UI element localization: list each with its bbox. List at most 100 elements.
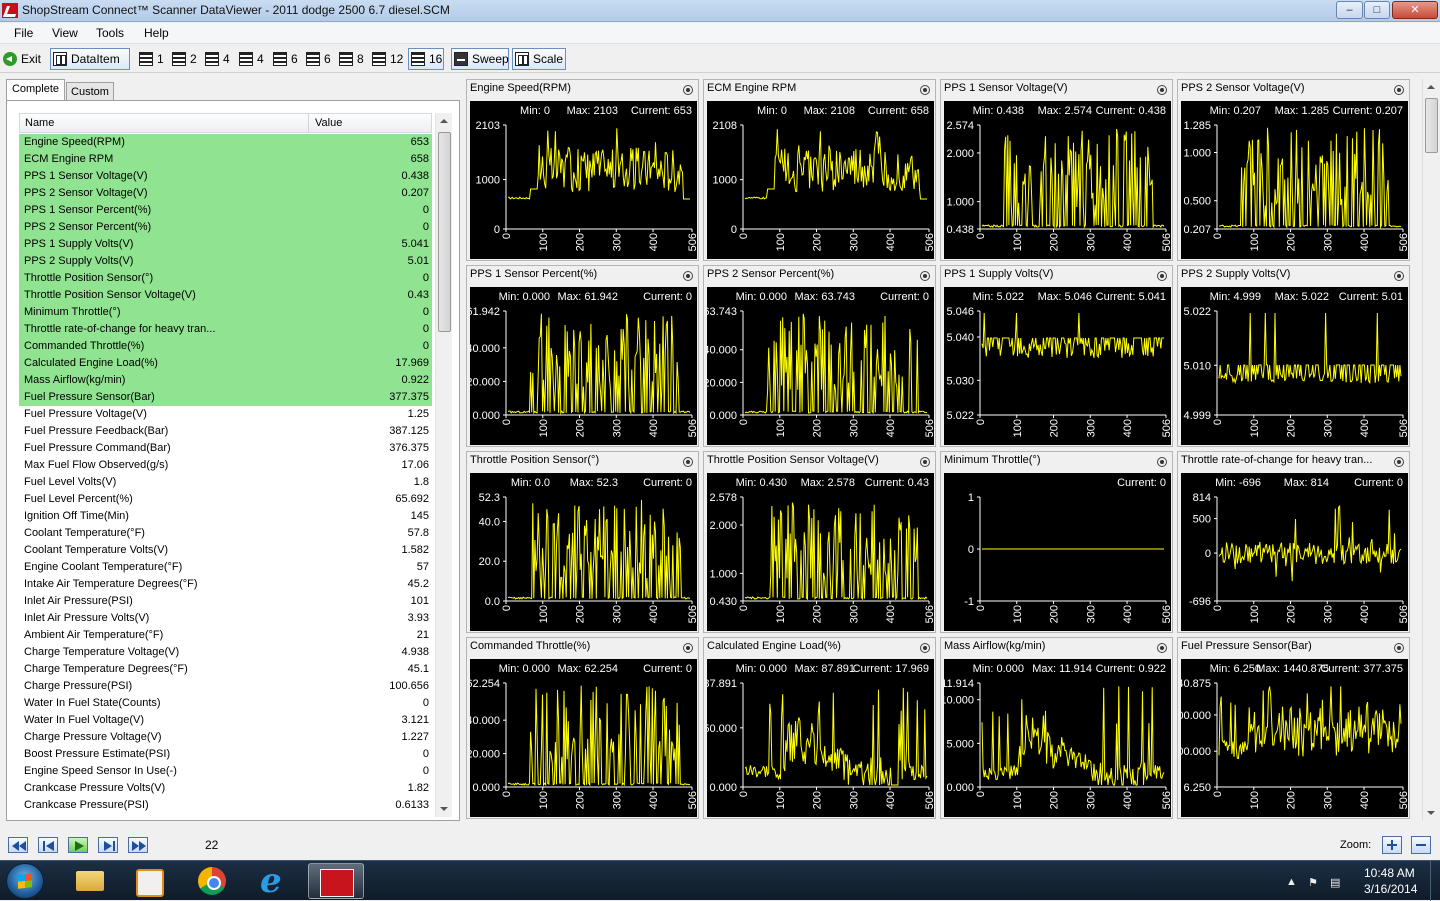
chart-panel[interactable]: PPS 2 Sensor Percent(%) Min: 0.000 Max: 63…	[703, 265, 936, 447]
next-frame-button[interactable]	[98, 837, 118, 853]
column-header-value[interactable]: Value	[315, 117, 342, 129]
layout-6b-button[interactable]: 6	[303, 48, 333, 70]
table-row[interactable]: Minimum Throttle(°) 0	[19, 304, 432, 321]
table-row[interactable]: Charge Pressure(PSI) 100.656	[19, 678, 432, 695]
table-row[interactable]: Inlet Air Pressure Volts(V) 3.93	[19, 610, 432, 627]
tab-complete[interactable]: Complete	[6, 79, 65, 101]
header-divider[interactable]	[308, 114, 309, 133]
table-row[interactable]: Throttle rate-of-change for heavy tran..…	[19, 321, 432, 338]
menu-file[interactable]: File	[14, 26, 33, 40]
table-row[interactable]: Throttle Position Sensor Voltage(V) 0.43	[19, 287, 432, 304]
chart-select-radio-icon[interactable]	[1394, 457, 1404, 467]
table-row[interactable]: ECM Engine RPM 658	[19, 151, 432, 168]
table-row[interactable]: Coolant Temperature Volts(V) 1.582	[19, 542, 432, 559]
chart-panel[interactable]: PPS 1 Sensor Voltage(V) Min: 0.438 Max: 2.…	[940, 79, 1173, 261]
table-row[interactable]: PPS 2 Sensor Voltage(V) 0.207	[19, 185, 432, 202]
maximize-button[interactable]: □	[1364, 1, 1390, 19]
clock-time[interactable]: 10:48 AM	[1364, 866, 1415, 880]
table-row[interactable]: Max Fuel Flow Observed(g/s) 17.06	[19, 457, 432, 474]
chart-panel[interactable]: Minimum Throttle(°) Current: 0 1 0 -1 0 100 200…	[940, 451, 1173, 633]
grid-scrollbar[interactable]	[435, 113, 452, 817]
chart-panel[interactable]: PPS 2 Supply Volts(V) Min: 4.999 Max: 5.02…	[1177, 265, 1410, 447]
table-row[interactable]: Fuel Level Volts(V) 1.8	[19, 474, 432, 491]
chart-panel[interactable]: PPS 1 Supply Volts(V) Min: 5.022 Max: 5.04…	[940, 265, 1173, 447]
dataitem-button[interactable]: DataItem	[50, 48, 130, 70]
chart-select-radio-icon[interactable]	[1394, 271, 1404, 281]
table-row[interactable]: Ambient Air Temperature(°F) 21	[19, 627, 432, 644]
scroll-down-icon[interactable]	[440, 807, 448, 811]
layout-4b-button[interactable]: 4	[236, 48, 266, 70]
table-row[interactable]: PPS 1 Sensor Voltage(V) 0.438	[19, 168, 432, 185]
scroll-up-icon[interactable]	[440, 119, 448, 123]
chart-select-radio-icon[interactable]	[1394, 85, 1404, 95]
tray-flag-icon[interactable]: ⚑	[1308, 876, 1318, 889]
chart-select-radio-icon[interactable]	[920, 643, 930, 653]
chart-panel[interactable]: PPS 1 Sensor Percent(%) Min: 0.000 Max: 61…	[466, 265, 699, 447]
play-button[interactable]	[68, 837, 88, 853]
prev-frame-button[interactable]	[38, 837, 58, 853]
chart-select-radio-icon[interactable]	[1157, 271, 1167, 281]
start-button[interactable]	[6, 863, 44, 899]
first-frame-button[interactable]	[8, 837, 28, 853]
table-row[interactable]: Fuel Pressure Voltage(V) 1.25	[19, 406, 432, 423]
chart-select-radio-icon[interactable]	[1394, 643, 1404, 653]
taskbar-media-player-icon[interactable]	[122, 863, 178, 899]
table-row[interactable]: Fuel Pressure Feedback(Bar) 387.125	[19, 423, 432, 440]
chart-panel[interactable]: Throttle Position Sensor(°) Min: 0.0 Max: …	[466, 451, 699, 633]
table-row[interactable]: Coolant Temperature(°F) 57.8	[19, 525, 432, 542]
chart-select-radio-icon[interactable]	[683, 271, 693, 281]
zoom-in-button[interactable]	[1382, 836, 1402, 854]
table-row[interactable]: Charge Temperature Degrees(°F) 45.1	[19, 661, 432, 678]
chart-panel[interactable]: Mass Airflow(kg/min) Min: 0.000 Max: 11.91…	[940, 637, 1173, 819]
tray-network-icon[interactable]: ▤	[1330, 876, 1340, 889]
scale-button[interactable]: Scale	[512, 48, 566, 70]
chart-select-radio-icon[interactable]	[920, 457, 930, 467]
show-desktop-button[interactable]	[1430, 861, 1440, 901]
close-button[interactable]: ✕	[1392, 1, 1438, 19]
table-row[interactable]: Fuel Pressure Sensor(Bar) 377.375	[19, 389, 432, 406]
chart-select-radio-icon[interactable]	[1157, 85, 1167, 95]
scroll-thumb[interactable]	[1425, 98, 1438, 153]
table-row[interactable]: Charge Pressure Voltage(V) 1.227	[19, 729, 432, 746]
chart-select-radio-icon[interactable]	[683, 85, 693, 95]
zoom-out-button[interactable]	[1411, 836, 1431, 854]
table-row[interactable]: PPS 1 Supply Volts(V) 5.041	[19, 236, 432, 253]
taskbar-shopstream-icon[interactable]	[308, 863, 364, 899]
table-row[interactable]: PPS 2 Supply Volts(V) 5.01	[19, 253, 432, 270]
table-row[interactable]: Fuel Pressure Command(Bar) 376.375	[19, 440, 432, 457]
taskbar-chrome-icon[interactable]	[184, 863, 240, 899]
scroll-down-icon[interactable]	[1427, 811, 1435, 815]
table-row[interactable]: Engine Speed(RPM) 653	[19, 134, 432, 151]
table-row[interactable]: Engine Coolant Temperature(°F) 57	[19, 559, 432, 576]
exit-button[interactable]: Exit	[0, 48, 46, 70]
chart-panel[interactable]: Commanded Throttle(%) Min: 0.000 Max: 62.2…	[466, 637, 699, 819]
layout-8-button[interactable]: 8	[336, 48, 366, 70]
chart-panel[interactable]: Calculated Engine Load(%) Min: 0.000 Max: …	[703, 637, 936, 819]
table-row[interactable]: Water In Fuel State(Counts) 0	[19, 695, 432, 712]
chart-select-radio-icon[interactable]	[683, 643, 693, 653]
table-row[interactable]: Intake Air Temperature Degrees(°F) 45.2	[19, 576, 432, 593]
chart-panel[interactable]: ECM Engine RPM Min: 0 Max: 2108 Current: 65…	[703, 79, 936, 261]
chart-panel[interactable]: PPS 2 Sensor Voltage(V) Min: 0.207 Max: 1.…	[1177, 79, 1410, 261]
chart-select-radio-icon[interactable]	[1157, 457, 1167, 467]
table-row[interactable]: Fuel Level Percent(%) 65.692	[19, 491, 432, 508]
layout-12-button[interactable]: 12	[369, 48, 405, 70]
layout-6-button[interactable]: 6	[270, 48, 300, 70]
scroll-up-icon[interactable]	[1427, 85, 1435, 89]
menu-tools[interactable]: Tools	[96, 26, 124, 40]
taskbar-ie-icon[interactable]	[246, 861, 302, 901]
layout-16-button[interactable]: 16	[408, 48, 444, 70]
menu-help[interactable]: Help	[144, 26, 169, 40]
clock-date[interactable]: 3/16/2014	[1364, 882, 1417, 896]
tab-custom[interactable]: Custom	[66, 82, 114, 100]
menu-view[interactable]: View	[52, 26, 78, 40]
tray-expand-icon[interactable]: ▲	[1286, 876, 1297, 888]
table-row[interactable]: Commanded Throttle(%) 0	[19, 338, 432, 355]
table-row[interactable]: Ignition Off Time(Min) 145	[19, 508, 432, 525]
charts-scrollbar[interactable]	[1422, 79, 1439, 821]
table-row[interactable]: Crankcase Pressure(PSI) 0.6133	[19, 797, 432, 814]
minimize-button[interactable]: –	[1336, 1, 1363, 19]
chart-panel[interactable]: Throttle rate-of-change for heavy tran..…	[1177, 451, 1410, 633]
table-row[interactable]: Inlet Air Pressure(PSI) 101	[19, 593, 432, 610]
layout-1-button[interactable]: 1	[136, 48, 166, 70]
